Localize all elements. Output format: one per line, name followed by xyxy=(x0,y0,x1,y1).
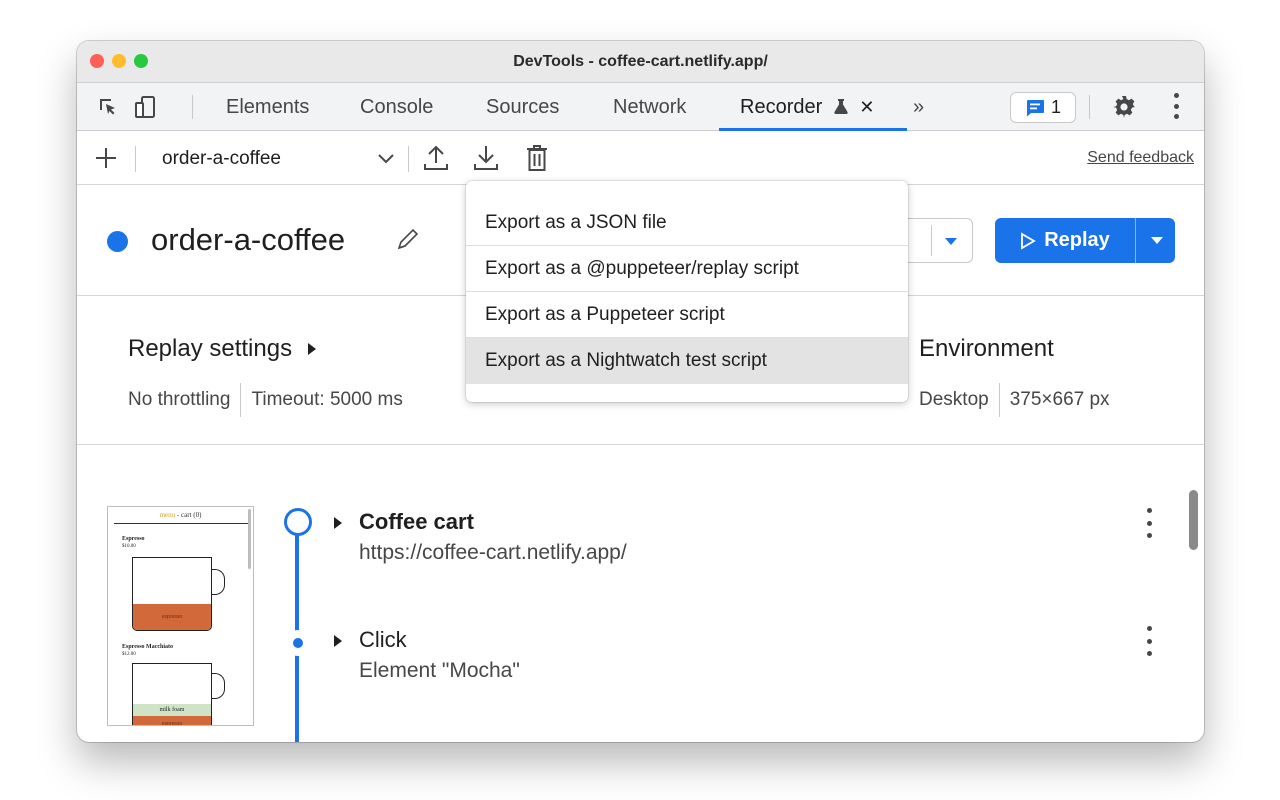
step-1-menu-icon[interactable] xyxy=(1145,508,1153,538)
thumb-item2-name: Espresso Macchiato xyxy=(122,644,174,650)
play-icon xyxy=(1021,231,1036,250)
toolbar-divider xyxy=(408,146,409,172)
issues-message-icon xyxy=(1026,99,1044,116)
thumb-item1-price: $10.00 xyxy=(122,544,136,549)
device-value: Desktop xyxy=(919,389,989,410)
expand-step-icon[interactable] xyxy=(333,634,343,648)
replay-button[interactable]: Replay xyxy=(995,218,1175,263)
active-tab-indicator xyxy=(719,128,907,131)
viewport-value: 375×667 px xyxy=(1009,389,1110,410)
toolbar-divider xyxy=(192,95,193,119)
chevron-down-icon[interactable] xyxy=(377,152,395,166)
tab-network[interactable]: Network xyxy=(613,83,686,131)
inspect-element-icon[interactable] xyxy=(96,95,120,119)
devtools-tab-bar: Elements Console Sources Network Recorde… xyxy=(77,83,1204,131)
edit-title-pencil-icon[interactable] xyxy=(395,226,421,252)
tab-elements[interactable]: Elements xyxy=(226,83,309,131)
tab-sources[interactable]: Sources xyxy=(486,83,559,131)
steps-scrollbar[interactable] xyxy=(1189,490,1198,550)
issues-badge[interactable]: 1 xyxy=(1010,92,1076,123)
device-toolbar-icon[interactable] xyxy=(133,95,157,119)
export-json-item[interactable]: Export as a JSON file xyxy=(466,200,908,246)
import-recording-icon[interactable] xyxy=(423,144,449,172)
thumb-cup2-espresso: espresso xyxy=(133,716,211,725)
more-tabs-icon[interactable]: » xyxy=(913,83,924,131)
step-screenshot-thumbnail: menu - cart (0) Espresso $10.00 espresso… xyxy=(107,506,254,726)
thumb-item1-name: Espresso xyxy=(122,536,145,542)
replay-divider xyxy=(1135,218,1136,263)
minimize-window-button[interactable] xyxy=(112,54,126,68)
step-2-title[interactable]: Click xyxy=(359,627,407,653)
export-nightwatch-item[interactable]: Export as a Nightwatch test script xyxy=(466,338,908,384)
recording-select[interactable]: order-a-coffee xyxy=(162,132,281,185)
toolbar-divider xyxy=(1089,95,1090,119)
throttling-value: No throttling xyxy=(128,389,231,410)
step-2-target: Element "Mocha" xyxy=(359,659,520,682)
environment-heading: Environment xyxy=(919,335,1054,362)
more-options-icon[interactable] xyxy=(1172,93,1180,119)
caret-down-icon xyxy=(945,238,957,245)
step-navigate-marker xyxy=(284,508,312,536)
close-window-button[interactable] xyxy=(90,54,104,68)
window-title: DevTools - coffee-cart.netlify.app/ xyxy=(513,52,768,70)
replay-options-dropdown[interactable] xyxy=(1145,218,1169,263)
thumb-cup2-foam: milk foam xyxy=(133,704,211,716)
export-puppeteer-replay-item[interactable]: Export as a @puppeteer/replay script xyxy=(466,246,908,292)
thumb-cup-1: espresso xyxy=(132,557,212,631)
step-2-menu-icon[interactable] xyxy=(1145,626,1153,656)
send-feedback-link[interactable]: Send feedback xyxy=(1087,149,1194,167)
tab-console[interactable]: Console xyxy=(360,83,433,131)
expand-triangle-icon xyxy=(307,343,316,355)
timeout-value: Timeout: 5000 ms xyxy=(251,389,403,410)
add-recording-icon[interactable] xyxy=(94,146,118,170)
export-recording-icon[interactable] xyxy=(473,144,499,172)
recorder-toolbar: order-a-coffee Send feedback xyxy=(77,132,1204,185)
recording-status-dot xyxy=(107,231,128,252)
step-1-title[interactable]: Coffee cart xyxy=(359,509,474,535)
replay-settings-heading: Replay settings xyxy=(128,335,293,362)
recording-title: order-a-coffee xyxy=(151,222,346,257)
toolbar-divider xyxy=(135,146,136,172)
export-puppeteer-item[interactable]: Export as a Puppeteer script xyxy=(466,292,908,338)
replay-main-action[interactable]: Replay xyxy=(995,218,1135,263)
thumb-nav-cart: cart (0) xyxy=(181,511,202,519)
thumb-cup-2: milk foam espresso xyxy=(132,663,212,725)
title-bar: DevTools - coffee-cart.netlify.app/ xyxy=(77,41,1204,83)
recording-steps: menu - cart (0) Espresso $10.00 espresso… xyxy=(77,446,1204,742)
replay-settings-toggle[interactable]: Replay settings xyxy=(128,335,317,363)
experiment-flask-icon xyxy=(834,99,848,114)
step-click-marker xyxy=(285,630,311,656)
select-divider xyxy=(931,225,932,256)
thumb-nav-menu: menu xyxy=(159,511,176,519)
settings-gear-icon[interactable] xyxy=(1112,95,1136,119)
thumb-scrollbar xyxy=(248,509,251,569)
tab-recorder[interactable]: Recorder ✕ xyxy=(740,83,874,131)
caret-down-icon xyxy=(1151,237,1163,244)
tab-recorder-label: Recorder xyxy=(740,96,823,118)
replay-label: Replay xyxy=(1044,229,1110,251)
window-controls xyxy=(90,54,148,68)
issues-count: 1 xyxy=(1050,97,1061,117)
environment-summary: Desktop 375×667 px xyxy=(919,383,1110,417)
replay-settings-summary: No throttling Timeout: 5000 ms xyxy=(128,383,403,417)
thumb-item2-price: $12.00 xyxy=(122,652,136,657)
close-tab-icon[interactable]: ✕ xyxy=(859,97,874,117)
expand-step-icon[interactable] xyxy=(333,516,343,530)
export-menu: Export as a JSON file Export as a @puppe… xyxy=(466,181,908,402)
zoom-window-button[interactable] xyxy=(134,54,148,68)
recording-select-value: order-a-coffee xyxy=(162,148,281,169)
step-1-url: https://coffee-cart.netlify.app/ xyxy=(359,541,627,564)
thumb-cup1-espresso: espresso xyxy=(133,604,211,630)
delete-recording-icon[interactable] xyxy=(526,144,548,172)
